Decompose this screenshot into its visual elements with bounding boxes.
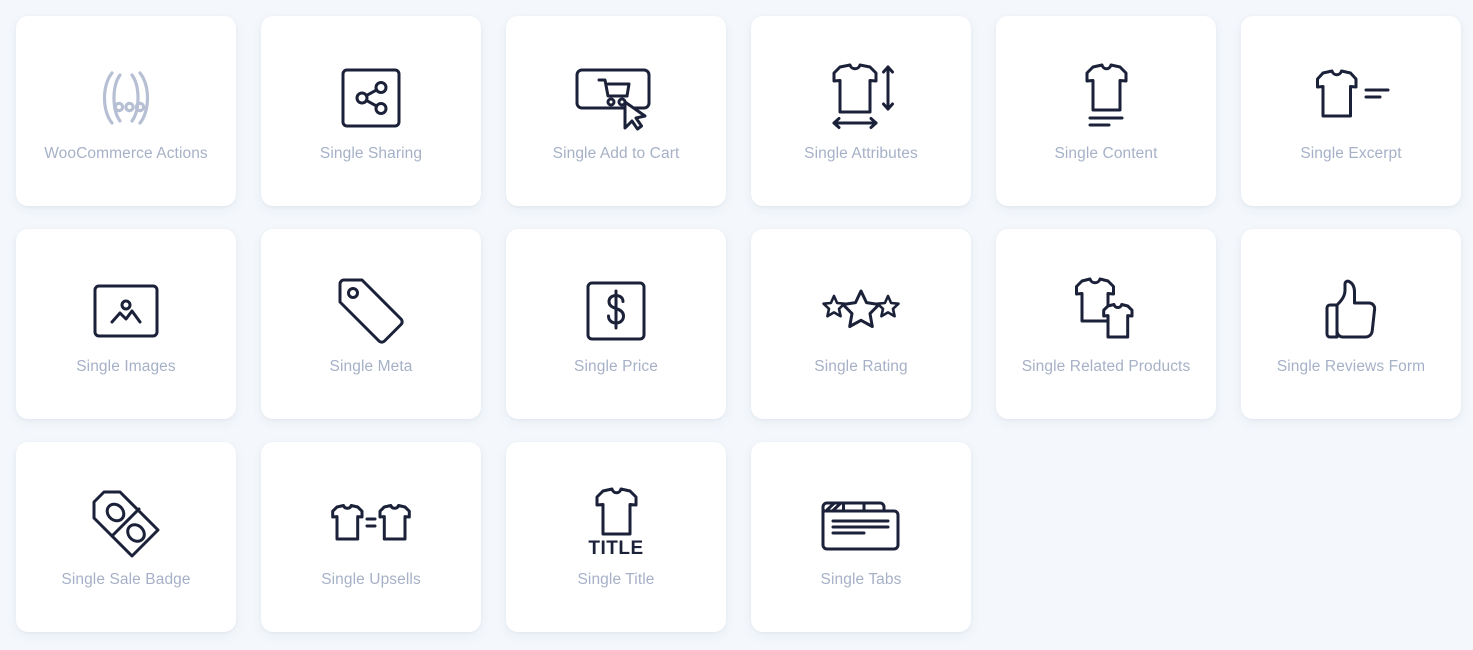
widget-card-woocommerce-actions[interactable]: WooCommerce Actions (16, 16, 236, 206)
price-dollar-icon (586, 272, 646, 350)
stars-rating-icon (821, 272, 901, 350)
thumbs-up-icon (1320, 272, 1382, 350)
tshirt-equals-tshirt-icon (329, 485, 413, 563)
widget-label: Single Attributes (804, 144, 918, 162)
two-tshirts-icon (1070, 272, 1142, 350)
widget-card-single-title[interactable]: TITLE Single Title (506, 442, 726, 632)
widget-card-single-add-to-cart[interactable]: Single Add to Cart (506, 16, 726, 206)
widget-label: Single Excerpt (1300, 144, 1402, 162)
widget-label: Single Related Products (1021, 357, 1191, 375)
share-icon (341, 59, 401, 137)
widget-label: Single Content (1054, 144, 1158, 162)
tshirt-title-icon: TITLE (587, 485, 645, 563)
widget-card-single-sharing[interactable]: Single Sharing (261, 16, 481, 206)
percent-tag-icon (90, 485, 162, 563)
widget-card-single-sale-badge[interactable]: Single Sale Badge (16, 442, 236, 632)
tshirt-lines-icon (1077, 59, 1135, 137)
widget-label: WooCommerce Actions (44, 144, 208, 162)
widget-label: Single Upsells (321, 570, 421, 588)
woocommerce-actions-icon (90, 59, 162, 137)
widget-card-single-meta[interactable]: Single Meta (261, 229, 481, 419)
widget-label: Single Sale Badge (61, 570, 191, 588)
widget-card-single-tabs[interactable]: Single Tabs (751, 442, 971, 632)
widget-card-single-rating[interactable]: Single Rating (751, 229, 971, 419)
widget-card-single-attributes[interactable]: Single Attributes (751, 16, 971, 206)
title-icon-text: TITLE (588, 538, 643, 559)
widget-label: Single Meta (329, 357, 413, 375)
tshirt-dimensions-icon (826, 59, 896, 137)
widget-label: Single Images (76, 357, 176, 375)
widget-card-single-related-products[interactable]: Single Related Products (996, 229, 1216, 419)
widget-label: Single Sharing (319, 144, 423, 162)
widget-card-single-content[interactable]: Single Content (996, 16, 1216, 206)
widget-grid: WooCommerce Actions Single Sharing Singl… (0, 0, 1473, 648)
widget-card-single-price[interactable]: Single Price (506, 229, 726, 419)
widget-label: Single Price (574, 357, 658, 375)
widget-label: Single Reviews Form (1276, 357, 1426, 375)
widget-card-single-images[interactable]: Single Images (16, 229, 236, 419)
widget-card-single-excerpt[interactable]: Single Excerpt (1241, 16, 1461, 206)
tabs-icon (820, 485, 902, 563)
tag-icon (336, 272, 406, 350)
image-icon (93, 272, 159, 350)
widget-label: Single Tabs (820, 570, 902, 588)
widget-label: Single Add to Cart (552, 144, 680, 162)
widget-label: Single Title (577, 570, 655, 588)
add-to-cart-icon (575, 59, 657, 137)
widget-card-single-upsells[interactable]: Single Upsells (261, 442, 481, 632)
widget-label: Single Rating (814, 357, 908, 375)
tshirt-excerpt-icon (1310, 59, 1392, 137)
widget-card-single-reviews-form[interactable]: Single Reviews Form (1241, 229, 1461, 419)
